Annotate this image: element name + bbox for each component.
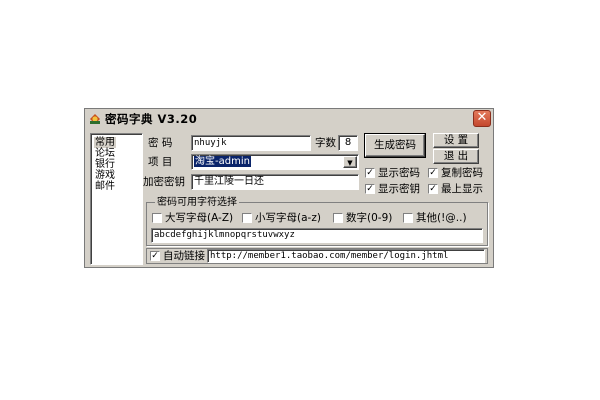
list-item-mail[interactable]: 邮件 xyxy=(94,181,116,192)
other-label: 其他(!@..) xyxy=(416,212,467,224)
charset-field[interactable]: abcdefghijklmnopqrstuvwxyz xyxy=(151,228,483,243)
show-key-checkbox[interactable]: ✓ xyxy=(365,184,375,194)
password-field[interactable]: nhuyjk xyxy=(191,135,311,151)
auto-link-label: 自动链接 xyxy=(163,250,205,262)
item-selected-value: 淘宝-admin xyxy=(194,156,251,167)
list-item-game[interactable]: 游戏 xyxy=(94,170,116,181)
always-on-top-checkbox[interactable]: ✓ xyxy=(428,184,438,194)
length-label: 字数 xyxy=(315,137,336,149)
app-icon xyxy=(90,114,100,124)
link-bar: ✓ 自动链接 http://member1.taobao.com/member/… xyxy=(146,248,488,264)
app-window: 密码字典 V3.20 ✕ 常用 论坛 银行 游戏 邮件 密 码 nhuyjk 字… xyxy=(84,108,494,268)
lowercase-checkbox[interactable] xyxy=(242,213,252,223)
list-item-forum[interactable]: 论坛 xyxy=(94,148,116,159)
close-icon: ✕ xyxy=(476,110,488,125)
close-button[interactable]: ✕ xyxy=(473,110,491,127)
uppercase-label: 大写字母(A-Z) xyxy=(165,212,234,224)
item-label: 项 目 xyxy=(148,156,173,168)
show-key-label: 显示密钥 xyxy=(378,183,420,195)
key-field[interactable]: 千里江陵一日还 xyxy=(191,174,359,190)
generate-button[interactable]: 生成密码 xyxy=(364,133,426,158)
password-label: 密 码 xyxy=(148,137,173,149)
digits-checkbox[interactable] xyxy=(333,213,343,223)
length-field[interactable]: 8 xyxy=(338,135,358,151)
show-password-checkbox[interactable]: ✓ xyxy=(365,168,375,178)
title-bar[interactable]: 密码字典 V3.20 ✕ xyxy=(85,109,493,129)
window-title: 密码字典 V3.20 xyxy=(105,112,198,126)
chevron-down-icon[interactable]: ▼ xyxy=(343,156,357,168)
settings-button[interactable]: 设 置 xyxy=(433,133,479,148)
list-item-bank[interactable]: 银行 xyxy=(94,159,116,170)
other-checkbox[interactable] xyxy=(403,213,413,223)
copy-password-checkbox[interactable]: ✓ xyxy=(428,168,438,178)
charset-group: 密码可用字符选择 大写字母(A-Z) 小写字母(a-z) 数字(0-9) 其他(… xyxy=(146,196,488,246)
list-item-common[interactable]: 常用 xyxy=(94,137,116,148)
category-list[interactable]: 常用 论坛 银行 游戏 邮件 xyxy=(90,133,143,265)
item-combobox[interactable]: 淘宝-admin ▼ xyxy=(191,154,359,170)
copy-password-label: 复制密码 xyxy=(441,167,483,179)
generate-button-face: 生成密码 xyxy=(365,134,425,157)
lowercase-label: 小写字母(a-z) xyxy=(255,212,321,224)
uppercase-checkbox[interactable] xyxy=(152,213,162,223)
exit-button[interactable]: 退 出 xyxy=(433,149,479,164)
url-field[interactable]: http://member1.taobao.com/member/login.j… xyxy=(207,249,485,263)
always-on-top-label: 最上显示 xyxy=(441,183,483,195)
digits-label: 数字(0-9) xyxy=(346,212,393,224)
key-label: 加密密钥 xyxy=(143,176,185,188)
show-password-label: 显示密码 xyxy=(378,167,420,179)
auto-link-checkbox[interactable]: ✓ xyxy=(150,251,160,261)
charset-legend: 密码可用字符选择 xyxy=(155,196,239,209)
